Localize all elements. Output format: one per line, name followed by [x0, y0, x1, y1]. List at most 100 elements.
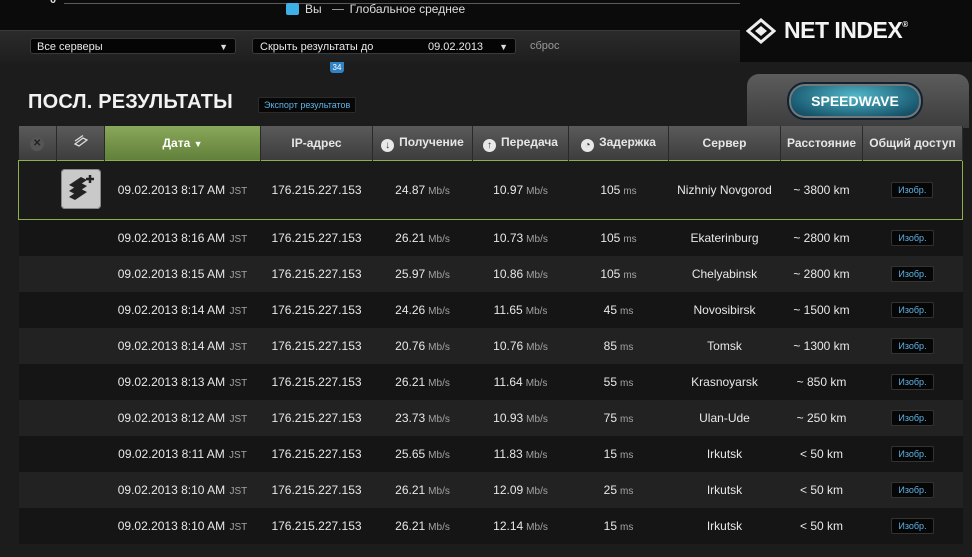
server-column-header[interactable]: Сервер: [668, 126, 781, 161]
distance-cell: < 50 km: [780, 508, 863, 544]
latency-column-header[interactable]: ◔ Задержка: [568, 126, 669, 161]
upload-unit: Mb/s: [525, 306, 548, 317]
speedwave-button[interactable]: SPEEDWAVE: [787, 82, 923, 120]
latency-unit: ms: [620, 450, 634, 461]
ip-cell: 176.215.227.153: [260, 508, 373, 544]
collapse-tab[interactable]: 34: [330, 62, 344, 73]
distance-column-header[interactable]: Расстояние: [780, 126, 863, 161]
upload-column-header[interactable]: ↑ Передача: [472, 126, 569, 161]
upload-value: 11.83: [493, 447, 523, 461]
net-index-logo[interactable]: NET INDEX®: [740, 0, 972, 62]
download-icon: ↓: [381, 138, 395, 152]
download-value: 23.73: [395, 411, 426, 425]
share-image-button[interactable]: Изобр.: [891, 518, 934, 534]
row-mode-cell: [56, 400, 105, 436]
table-row[interactable]: 09.02.2013 8:10 AM JST 176.215.227.153 26.…: [18, 472, 963, 508]
download-cell: 26.21 Mb/s: [372, 472, 473, 508]
download-unit: Mb/s: [428, 270, 450, 281]
share-image-button[interactable]: Изобр.: [891, 338, 934, 354]
hide-results-select[interactable]: Скрыть результаты до 09.02.2013 ▼: [252, 38, 516, 54]
legend-label-global: Глобальное среднее: [349, 2, 466, 16]
row-select-cell: [18, 436, 57, 472]
download-value: 26.21: [395, 519, 426, 533]
upload-value: 10.97: [493, 183, 524, 197]
chevron-down-icon: ▼: [499, 42, 508, 52]
date-value: 09.02.2013 8:10 AM: [117, 519, 226, 533]
table-row[interactable]: 09.02.2013 8:11 AM JST 176.215.227.153 25.…: [18, 436, 963, 472]
table-row[interactable]: 09.02.2013 8:13 AM JST 176.215.227.153 26.…: [18, 364, 963, 400]
upload-cell: 10.93 Mb/s: [472, 400, 569, 436]
row-mode-cell: [56, 472, 105, 508]
filter-bar: Все серверы ▼ Скрыть результаты до 09.02…: [0, 30, 740, 63]
ip-cell: 176.215.227.153: [260, 400, 373, 436]
clear-column-header[interactable]: ✕: [18, 126, 57, 161]
share-image-button[interactable]: Изобр.: [891, 446, 934, 462]
timezone-label: JST: [229, 414, 248, 425]
share-image-button[interactable]: Изобр.: [891, 182, 934, 198]
download-unit: Mb/s: [428, 186, 450, 197]
date-value: 09.02.2013 8:13 AM: [117, 375, 226, 389]
share-image-button[interactable]: Изобр.: [891, 410, 934, 426]
table-row[interactable]: 09.02.2013 8:12 AM JST 176.215.227.153 23.…: [18, 400, 963, 436]
upload-cell: 11.65 Mb/s: [472, 292, 569, 328]
server-cell: Ekaterinburg: [668, 219, 781, 256]
date-value: 09.02.2013 8:12 AM: [117, 411, 226, 425]
mode-column-header[interactable]: [56, 126, 105, 161]
download-cell: 26.21 Mb/s: [372, 364, 473, 400]
upload-unit: Mb/s: [526, 270, 548, 281]
legend-label-you: Вы: [305, 2, 322, 16]
server-cell: Novosibirsk: [668, 292, 781, 328]
upload-cell: 12.09 Mb/s: [472, 472, 569, 508]
share-image-button[interactable]: Изобр.: [891, 302, 934, 318]
timezone-label: JST: [229, 486, 248, 497]
download-cell: 24.26 Mb/s: [372, 292, 473, 328]
latency-cell: 15 ms: [568, 436, 669, 472]
table-row[interactable]: 09.02.2013 8:14 AM JST 176.215.227.153 20.…: [18, 328, 963, 364]
latency-value: 15: [603, 447, 617, 461]
distance-cell: ~ 1500 km: [780, 292, 863, 328]
upload-unit: Mb/s: [526, 522, 548, 533]
share-image-button[interactable]: Изобр.: [891, 230, 934, 246]
table-row[interactable]: 09.02.2013 8:16 AM JST 176.215.227.153 26.…: [18, 219, 963, 256]
latency-cell: 55 ms: [568, 364, 669, 400]
ip-cell: 176.215.227.153: [260, 364, 373, 400]
date-cell: 09.02.2013 8:12 AM JST: [104, 400, 261, 436]
upload-unit: Mb/s: [526, 234, 548, 245]
server-cell: Nizhniy Novgorod: [668, 160, 781, 220]
share-column-label: Общий доступ: [869, 136, 956, 150]
timezone-label: JST: [229, 522, 248, 533]
upload-cell: 11.83 Mb/s: [472, 436, 569, 472]
server-cell: Chelyabinsk: [668, 256, 781, 292]
share-column-header[interactable]: Общий доступ: [862, 126, 963, 161]
download-column-header[interactable]: ↓ Получение: [372, 126, 473, 161]
ip-column-header[interactable]: IP-адрес: [260, 126, 373, 161]
share-cell: Изобр.: [862, 292, 963, 328]
table-header-row: ✕ Дата ▼ IP-адрес ↓ Получение ↑ Передача ◔…: [18, 126, 963, 161]
download-unit: Mb/s: [428, 378, 450, 389]
upload-value: 10.76: [493, 339, 524, 353]
reset-link[interactable]: сброс: [530, 40, 560, 52]
share-image-button[interactable]: Изобр.: [891, 482, 934, 498]
share-cell: Изобр.: [862, 160, 963, 220]
row-select-cell: [18, 400, 57, 436]
date-cell: 09.02.2013 8:10 AM JST: [104, 508, 261, 544]
latency-cell: 105 ms: [568, 219, 669, 256]
share-image-button[interactable]: Изобр.: [891, 266, 934, 282]
share-image-button[interactable]: Изобр.: [891, 374, 934, 390]
legend-swatch-you: [286, 3, 299, 15]
latency-unit: ms: [623, 234, 637, 245]
date-cell: 09.02.2013 8:16 AM JST: [104, 219, 261, 256]
date-column-header[interactable]: Дата ▼: [104, 126, 261, 161]
table-row[interactable]: 09.02.2013 8:15 AM JST 176.215.227.153 25.…: [18, 256, 963, 292]
table-row[interactable]: 09.02.2013 8:10 AM JST 176.215.227.153 26.…: [18, 508, 963, 544]
export-results-button[interactable]: Экспорт результатов: [258, 97, 357, 113]
timezone-label: JST: [229, 186, 248, 197]
table-row[interactable]: 09.02.2013 8:17 AM JST 176.215.227.153 24.…: [18, 160, 963, 220]
date-cell: 09.02.2013 8:17 AM JST: [104, 160, 261, 220]
server-filter-select[interactable]: Все серверы ▼: [30, 38, 236, 54]
table-row[interactable]: 09.02.2013 8:14 AM JST 176.215.227.153 24.…: [18, 292, 963, 328]
row-mode-cell: [56, 160, 105, 220]
upload-value: 10.73: [493, 231, 524, 245]
date-cell: 09.02.2013 8:10 AM JST: [104, 472, 261, 508]
latency-cell: 105 ms: [568, 256, 669, 292]
